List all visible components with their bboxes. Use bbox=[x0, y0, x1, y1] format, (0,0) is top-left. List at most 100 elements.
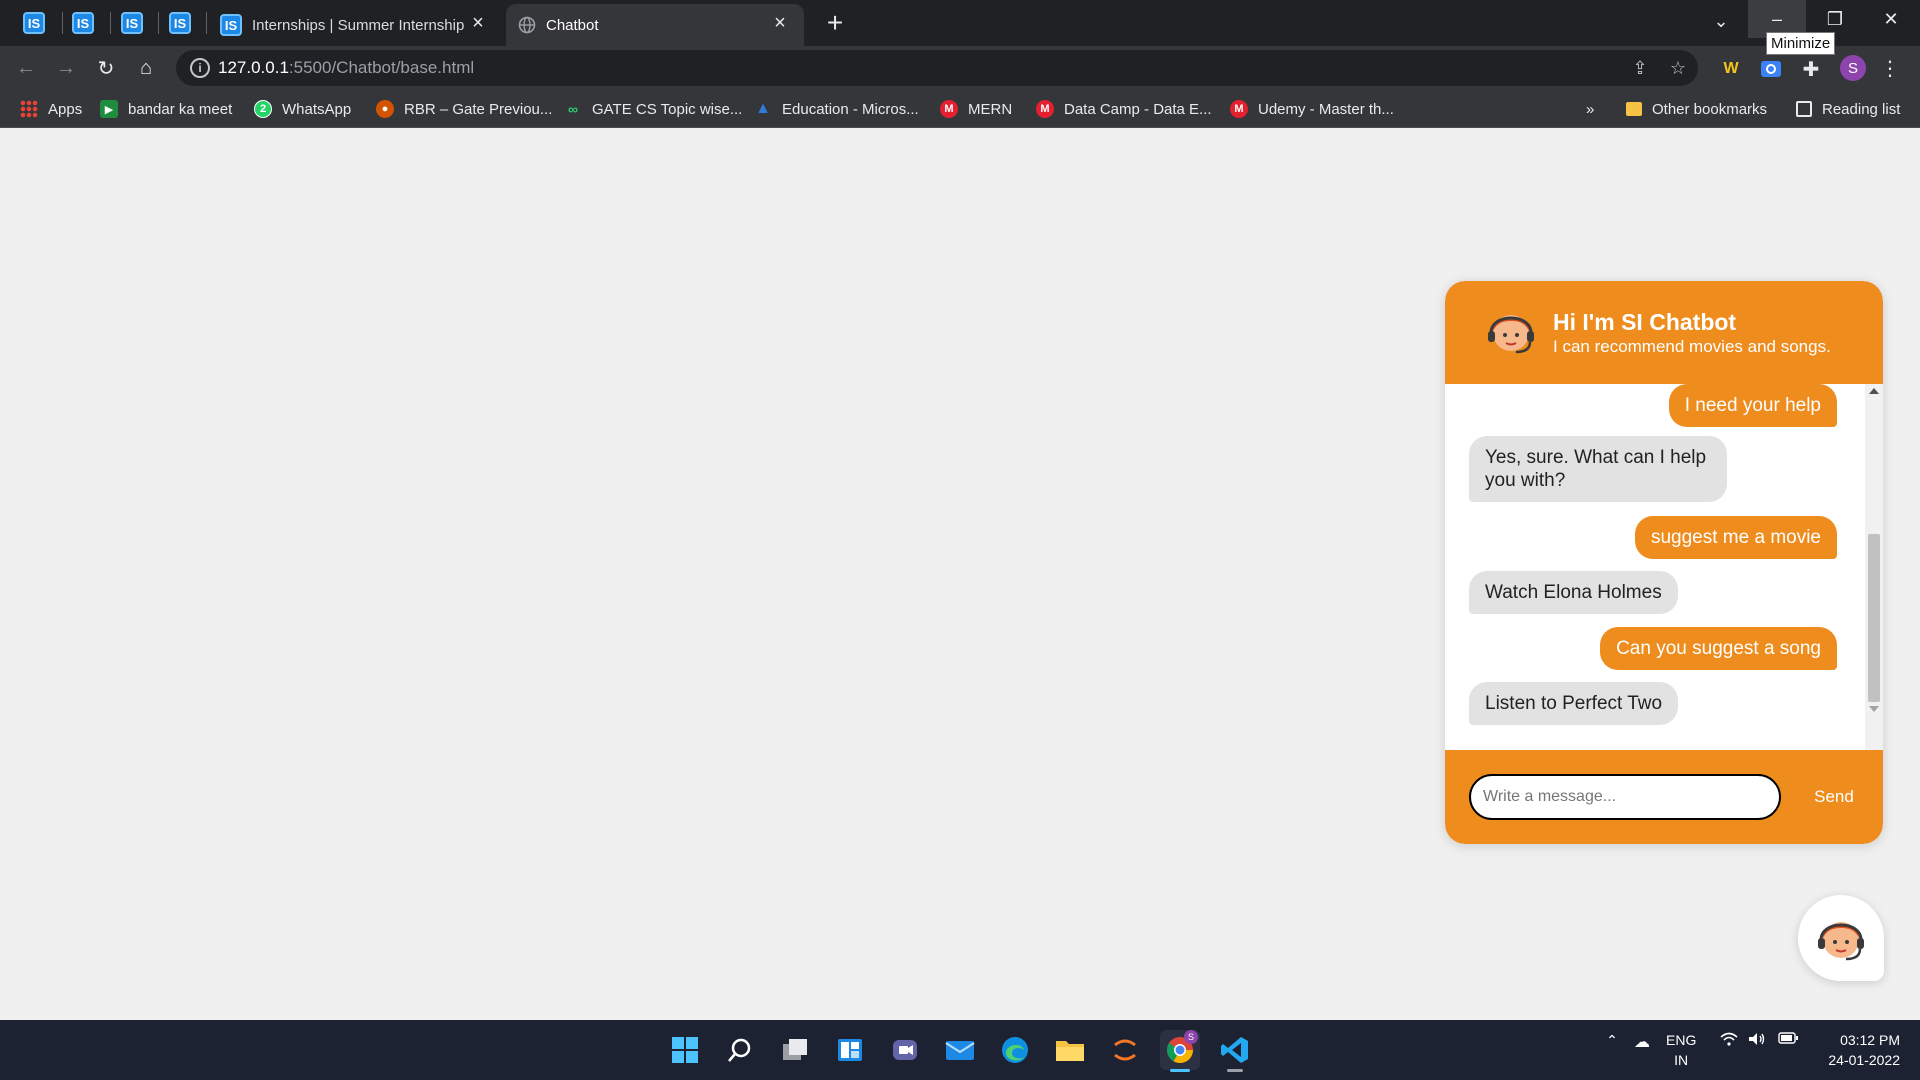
teams-chat-button[interactable] bbox=[885, 1030, 925, 1070]
bookmark-label: GATE CS Topic wise... bbox=[592, 100, 743, 118]
extensions-puzzle-icon[interactable]: ✚ bbox=[1798, 56, 1824, 82]
vscode-button[interactable] bbox=[1215, 1030, 1255, 1072]
is-favicon-icon: IS bbox=[72, 12, 94, 34]
jupyter-button[interactable] bbox=[1105, 1030, 1145, 1070]
browser-toolbar: ← → ↻ ⌂ i 127.0.0.1:5500/Chatbot/base.ht… bbox=[0, 46, 1920, 90]
tab-internships[interactable]: IS Internships | Summer Internship 2 × bbox=[208, 4, 502, 46]
new-tab-button[interactable]: + bbox=[818, 6, 852, 40]
bookmark-other-bookmarks[interactable]: Other bookmarks bbox=[1626, 97, 1767, 121]
mail-icon bbox=[945, 1041, 975, 1060]
language-code: ENG bbox=[1666, 1032, 1697, 1048]
search-icon bbox=[728, 1038, 751, 1062]
bookmark-education-microsoft[interactable]: ▲ Education - Micros... bbox=[754, 97, 919, 121]
tab-strip: IS IS IS IS IS Internships | Summer Inte… bbox=[0, 0, 1920, 46]
minimize-tooltip: Minimize bbox=[1766, 32, 1836, 55]
share-icon[interactable]: ⇪ bbox=[1628, 56, 1652, 80]
show-hidden-icons-chevron-icon[interactable]: ⌃ bbox=[1600, 1032, 1624, 1049]
url-text[interactable]: 127.0.0.1:5500/Chatbot/base.html bbox=[218, 58, 474, 78]
tab-separator bbox=[110, 12, 111, 34]
support-agent-avatar-icon bbox=[1818, 922, 1864, 961]
wifi-icon[interactable] bbox=[1718, 1032, 1740, 1046]
site-info-icon[interactable]: i bbox=[190, 58, 210, 78]
extension-screen-capture-icon[interactable] bbox=[1758, 56, 1784, 82]
bookmark-label: WhatsApp bbox=[282, 100, 352, 118]
file-explorer-button[interactable] bbox=[1050, 1030, 1090, 1070]
address-bar[interactable]: i 127.0.0.1:5500/Chatbot/base.html ⇪ ☆ bbox=[176, 50, 1698, 86]
scroll-up-arrow-icon[interactable] bbox=[1869, 388, 1879, 394]
bookmark-label: bandar ka meet bbox=[128, 100, 233, 118]
chrome-button[interactable]: S bbox=[1160, 1030, 1200, 1072]
tab-close-icon[interactable]: × bbox=[466, 12, 490, 35]
widgets-button[interactable] bbox=[830, 1030, 870, 1070]
start-button[interactable] bbox=[665, 1030, 705, 1070]
extension-w-icon[interactable]: W bbox=[1718, 56, 1744, 82]
home-button[interactable]: ⌂ bbox=[130, 52, 162, 84]
pinned-tab-4[interactable]: IS bbox=[160, 8, 200, 38]
task-view-icon bbox=[783, 1039, 807, 1060]
volume-icon[interactable] bbox=[1746, 1032, 1768, 1046]
tab-close-icon[interactable]: × bbox=[768, 12, 792, 35]
taskbar-clock[interactable]: 03:12 PM 24-01-2022 bbox=[1808, 1030, 1900, 1070]
onedrive-cloud-icon[interactable]: ☁ bbox=[1630, 1032, 1654, 1052]
message-input[interactable] bbox=[1469, 774, 1781, 820]
scroll-down-arrow-icon[interactable] bbox=[1869, 706, 1879, 712]
rbr-icon: ● bbox=[376, 100, 394, 118]
taskbar-search-button[interactable] bbox=[720, 1030, 760, 1070]
chat-window: Hi I'm SI Chatbot I can recommend movies… bbox=[1445, 281, 1883, 844]
reading-list-icon bbox=[1796, 101, 1812, 117]
vscode-icon bbox=[1221, 1037, 1248, 1063]
bookmarks-overflow-button[interactable]: » bbox=[1586, 97, 1594, 121]
reading-list-button[interactable]: Reading list bbox=[1796, 97, 1900, 121]
chat-launcher-button[interactable] bbox=[1798, 895, 1884, 981]
pinned-tab-2[interactable]: IS bbox=[63, 8, 103, 38]
edge-browser-button[interactable] bbox=[995, 1030, 1035, 1070]
globe-icon bbox=[518, 16, 536, 34]
teams-chat-icon bbox=[893, 1040, 917, 1060]
reload-button[interactable]: ↻ bbox=[90, 52, 122, 84]
send-button[interactable]: Send bbox=[1799, 778, 1869, 816]
chat-message-bot: Yes, sure. What can I help you with? bbox=[1469, 436, 1727, 502]
tab-search-chevron-icon[interactable]: ⌄ bbox=[1706, 6, 1736, 36]
tab-separator bbox=[206, 12, 207, 34]
page-viewport: Hi I'm SI Chatbot I can recommend movies… bbox=[0, 129, 1920, 1020]
bookmark-whatsapp[interactable]: 2 WhatsApp bbox=[254, 97, 351, 121]
clock-date: 24-01-2022 bbox=[1828, 1052, 1900, 1068]
bookmark-udemy[interactable]: M Udemy - Master th... bbox=[1230, 97, 1394, 121]
bookmark-rbr[interactable]: ● RBR – Gate Previou... bbox=[376, 97, 552, 121]
mail-button[interactable] bbox=[940, 1030, 980, 1070]
task-view-button[interactable] bbox=[775, 1030, 815, 1070]
windows-taskbar: S ⌃ ☁ ENG IN 03:12 PM 24-01-2022 bbox=[0, 1020, 1920, 1080]
tab-separator bbox=[158, 12, 159, 34]
bookmark-bandar-ka-meet[interactable]: ▶ bandar ka meet bbox=[100, 97, 232, 121]
edge-icon bbox=[1002, 1037, 1028, 1063]
pinned-tab-1[interactable]: IS bbox=[14, 8, 54, 38]
scroll-thumb[interactable] bbox=[1868, 534, 1880, 702]
browser-menu-icon[interactable]: ⋮ bbox=[1880, 54, 1900, 82]
bookmark-apps[interactable]: Apps bbox=[20, 97, 82, 121]
bookmark-mern[interactable]: M MERN bbox=[940, 97, 1012, 121]
is-favicon-icon: IS bbox=[121, 12, 143, 34]
azure-icon: ▲ bbox=[755, 100, 771, 117]
forward-button[interactable]: → bbox=[50, 52, 82, 84]
chat-messages: I need your help Yes, sure. What can I h… bbox=[1445, 384, 1883, 750]
bookmark-gate-cs[interactable]: ∞ GATE CS Topic wise... bbox=[564, 97, 742, 121]
is-favicon-icon: IS bbox=[23, 12, 45, 34]
bookmarks-bar: Apps ▶ bandar ka meet 2 WhatsApp ● RBR – Ga… bbox=[0, 90, 1920, 128]
m-icon: M bbox=[1036, 100, 1054, 118]
chat-message-user: Can you suggest a song bbox=[1600, 627, 1837, 670]
pinned-tab-3[interactable]: IS bbox=[112, 8, 152, 38]
chat-scrollbar[interactable] bbox=[1865, 384, 1883, 750]
chat-message-user: I need your help bbox=[1668, 384, 1837, 427]
bookmark-star-icon[interactable]: ☆ bbox=[1666, 56, 1690, 80]
url-host: 127.0.0.1 bbox=[218, 58, 289, 77]
bookmark-data-camp[interactable]: M Data Camp - Data E... bbox=[1036, 97, 1212, 121]
tab-title: Internships | Summer Internship 2 bbox=[252, 16, 468, 34]
close-window-button[interactable]: ✕ bbox=[1862, 0, 1920, 38]
battery-charging-icon[interactable] bbox=[1776, 1032, 1800, 1044]
back-button[interactable]: ← bbox=[10, 52, 42, 84]
windows-logo-icon bbox=[672, 1037, 698, 1063]
profile-avatar[interactable]: S bbox=[1840, 55, 1866, 81]
jupyter-icon bbox=[1114, 1039, 1136, 1061]
tab-chatbot[interactable]: Chatbot × bbox=[506, 4, 804, 46]
language-indicator[interactable]: ENG IN bbox=[1666, 1030, 1696, 1070]
